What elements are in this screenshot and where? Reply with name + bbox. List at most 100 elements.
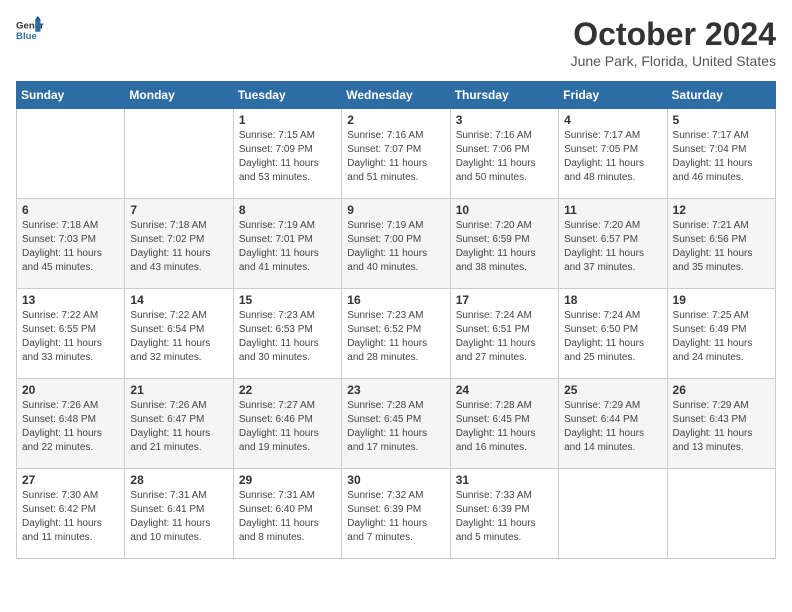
logo-icon: General Blue: [16, 16, 44, 44]
day-info: Sunrise: 7:30 AM Sunset: 6:42 PM Dayligh…: [22, 489, 119, 545]
calendar-cell: 23 Sunrise: 7:28 AM Sunset: 6:45 PM Dayli…: [342, 379, 450, 469]
calendar-cell: 29 Sunrise: 7:31 AM Sunset: 6:40 PM Dayli…: [233, 469, 341, 559]
calendar-cell: 27 Sunrise: 7:30 AM Sunset: 6:42 PM Dayli…: [17, 469, 125, 559]
day-number: 5: [673, 113, 770, 127]
day-number: 4: [564, 113, 661, 127]
calendar-cell: 11Sunrise: 7:20 AM Sunset: 6:57 PM Dayli…: [559, 199, 667, 289]
day-number: 3: [456, 113, 553, 127]
calendar-cell: 17 Sunrise: 7:24 AM Sunset: 6:51 PM Dayli…: [450, 289, 558, 379]
calendar-cell: [125, 109, 233, 199]
day-info: Sunrise: 7:21 AM Sunset: 6:56 PM Dayligh…: [673, 219, 770, 275]
day-number: 31: [456, 473, 553, 487]
calendar-cell: 20Sunrise: 7:26 AM Sunset: 6:48 PM Dayli…: [17, 379, 125, 469]
calendar-cell: 26Sunrise: 7:29 AM Sunset: 6:43 PM Dayli…: [667, 379, 775, 469]
day-number: 19: [673, 293, 770, 307]
day-number: 6: [22, 203, 119, 217]
day-number: 14: [130, 293, 227, 307]
calendar-header: SundayMondayTuesdayWednesdayThursdayFrid…: [17, 82, 776, 109]
day-info: Sunrise: 7:23 AM Sunset: 6:53 PM Dayligh…: [239, 309, 336, 365]
day-info: Sunrise: 7:26 AM Sunset: 6:47 PM Dayligh…: [130, 399, 227, 455]
calendar-cell: [667, 469, 775, 559]
day-info: Sunrise: 7:32 AM Sunset: 6:39 PM Dayligh…: [347, 489, 444, 545]
day-number: 23: [347, 383, 444, 397]
calendar-cell: 15 Sunrise: 7:23 AM Sunset: 6:53 PM Dayli…: [233, 289, 341, 379]
day-number: 2: [347, 113, 444, 127]
day-number: 29: [239, 473, 336, 487]
day-number: 15: [239, 293, 336, 307]
day-info: Sunrise: 7:33 AM Sunset: 6:39 PM Dayligh…: [456, 489, 553, 545]
calendar-week-4: 20Sunrise: 7:26 AM Sunset: 6:48 PM Dayli…: [17, 379, 776, 469]
day-info: Sunrise: 7:18 AM Sunset: 7:03 PM Dayligh…: [22, 219, 119, 275]
day-number: 24: [456, 383, 553, 397]
day-number: 27: [22, 473, 119, 487]
calendar-cell: 2 Sunrise: 7:16 AM Sunset: 7:07 PM Daylig…: [342, 109, 450, 199]
day-info: Sunrise: 7:16 AM Sunset: 7:07 PM Dayligh…: [347, 129, 444, 185]
day-info: Sunrise: 7:31 AM Sunset: 6:41 PM Dayligh…: [130, 489, 227, 545]
day-number: 17: [456, 293, 553, 307]
day-number: 30: [347, 473, 444, 487]
day-info: Sunrise: 7:15 AM Sunset: 7:09 PM Dayligh…: [239, 129, 336, 185]
calendar-week-2: 6 Sunrise: 7:18 AM Sunset: 7:03 PM Daylig…: [17, 199, 776, 289]
day-info: Sunrise: 7:27 AM Sunset: 6:46 PM Dayligh…: [239, 399, 336, 455]
day-info: Sunrise: 7:25 AM Sunset: 6:49 PM Dayligh…: [673, 309, 770, 365]
day-number: 13: [22, 293, 119, 307]
weekday-saturday: Saturday: [667, 82, 775, 109]
day-number: 25: [564, 383, 661, 397]
weekday-friday: Friday: [559, 82, 667, 109]
day-number: 26: [673, 383, 770, 397]
month-title: October 2024: [571, 16, 776, 53]
day-number: 21: [130, 383, 227, 397]
day-info: Sunrise: 7:28 AM Sunset: 6:45 PM Dayligh…: [347, 399, 444, 455]
calendar-cell: 25 Sunrise: 7:29 AM Sunset: 6:44 PM Dayli…: [559, 379, 667, 469]
calendar-cell: 5Sunrise: 7:17 AM Sunset: 7:04 PM Daylig…: [667, 109, 775, 199]
calendar-cell: 19 Sunrise: 7:25 AM Sunset: 6:49 PM Dayli…: [667, 289, 775, 379]
day-info: Sunrise: 7:31 AM Sunset: 6:40 PM Dayligh…: [239, 489, 336, 545]
day-number: 7: [130, 203, 227, 217]
day-info: Sunrise: 7:23 AM Sunset: 6:52 PM Dayligh…: [347, 309, 444, 365]
calendar-week-3: 13 Sunrise: 7:22 AM Sunset: 6:55 PM Dayli…: [17, 289, 776, 379]
calendar-cell: 10Sunrise: 7:20 AM Sunset: 6:59 PM Dayli…: [450, 199, 558, 289]
day-info: Sunrise: 7:17 AM Sunset: 7:05 PM Dayligh…: [564, 129, 661, 185]
day-info: Sunrise: 7:16 AM Sunset: 7:06 PM Dayligh…: [456, 129, 553, 185]
calendar-cell: 6 Sunrise: 7:18 AM Sunset: 7:03 PM Daylig…: [17, 199, 125, 289]
day-info: Sunrise: 7:18 AM Sunset: 7:02 PM Dayligh…: [130, 219, 227, 275]
weekday-monday: Monday: [125, 82, 233, 109]
day-number: 16: [347, 293, 444, 307]
calendar-cell: 28 Sunrise: 7:31 AM Sunset: 6:41 PM Dayli…: [125, 469, 233, 559]
day-number: 22: [239, 383, 336, 397]
calendar-cell: 8Sunrise: 7:19 AM Sunset: 7:01 PM Daylig…: [233, 199, 341, 289]
day-info: Sunrise: 7:26 AM Sunset: 6:48 PM Dayligh…: [22, 399, 119, 455]
day-number: 28: [130, 473, 227, 487]
weekday-header-row: SundayMondayTuesdayWednesdayThursdayFrid…: [17, 82, 776, 109]
calendar-cell: 3 Sunrise: 7:16 AM Sunset: 7:06 PM Daylig…: [450, 109, 558, 199]
day-info: Sunrise: 7:24 AM Sunset: 6:51 PM Dayligh…: [456, 309, 553, 365]
calendar-cell: 12 Sunrise: 7:21 AM Sunset: 6:56 PM Dayli…: [667, 199, 775, 289]
location: June Park, Florida, United States: [571, 53, 776, 69]
weekday-thursday: Thursday: [450, 82, 558, 109]
day-info: Sunrise: 7:22 AM Sunset: 6:55 PM Dayligh…: [22, 309, 119, 365]
calendar-cell: 14 Sunrise: 7:22 AM Sunset: 6:54 PM Dayli…: [125, 289, 233, 379]
calendar-cell: 31 Sunrise: 7:33 AM Sunset: 6:39 PM Dayli…: [450, 469, 558, 559]
day-number: 1: [239, 113, 336, 127]
svg-text:Blue: Blue: [16, 31, 37, 42]
weekday-wednesday: Wednesday: [342, 82, 450, 109]
calendar-cell: [559, 469, 667, 559]
page-header: General Blue October 2024 June Park, Flo…: [16, 16, 776, 69]
day-info: Sunrise: 7:29 AM Sunset: 6:44 PM Dayligh…: [564, 399, 661, 455]
calendar-cell: 13 Sunrise: 7:22 AM Sunset: 6:55 PM Dayli…: [17, 289, 125, 379]
day-info: Sunrise: 7:28 AM Sunset: 6:45 PM Dayligh…: [456, 399, 553, 455]
day-number: 12: [673, 203, 770, 217]
calendar-cell: 9Sunrise: 7:19 AM Sunset: 7:00 PM Daylig…: [342, 199, 450, 289]
day-info: Sunrise: 7:20 AM Sunset: 6:57 PM Dayligh…: [564, 219, 661, 275]
weekday-tuesday: Tuesday: [233, 82, 341, 109]
day-number: 18: [564, 293, 661, 307]
calendar-cell: 30 Sunrise: 7:32 AM Sunset: 6:39 PM Dayli…: [342, 469, 450, 559]
weekday-sunday: Sunday: [17, 82, 125, 109]
day-number: 9: [347, 203, 444, 217]
calendar-table: SundayMondayTuesdayWednesdayThursdayFrid…: [16, 81, 776, 559]
calendar-cell: 1 Sunrise: 7:15 AM Sunset: 7:09 PM Daylig…: [233, 109, 341, 199]
calendar-cell: 21 Sunrise: 7:26 AM Sunset: 6:47 PM Dayli…: [125, 379, 233, 469]
calendar-cell: 4 Sunrise: 7:17 AM Sunset: 7:05 PM Daylig…: [559, 109, 667, 199]
day-info: Sunrise: 7:22 AM Sunset: 6:54 PM Dayligh…: [130, 309, 227, 365]
calendar-body: 1 Sunrise: 7:15 AM Sunset: 7:09 PM Daylig…: [17, 109, 776, 559]
